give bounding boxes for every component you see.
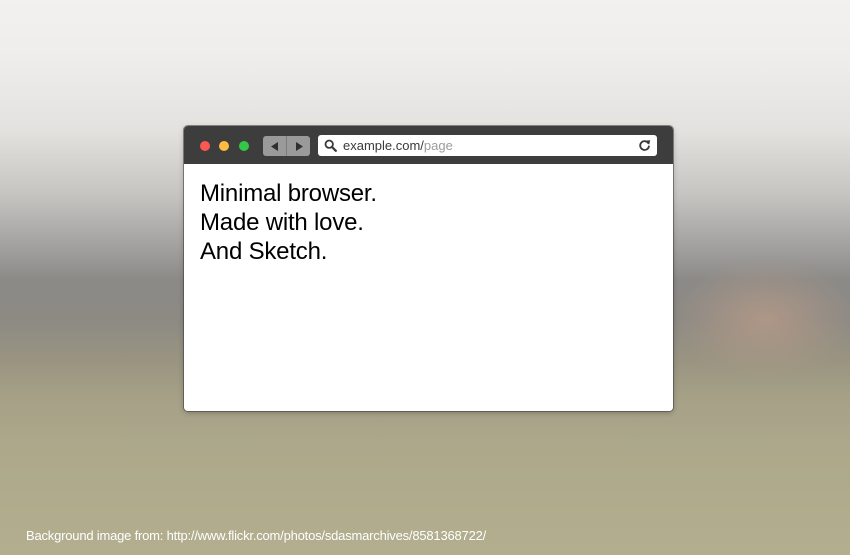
triangle-right-icon — [295, 141, 303, 151]
content-line: Minimal browser. — [200, 180, 377, 207]
back-button[interactable] — [263, 136, 286, 156]
url-path: page — [423, 138, 453, 153]
url-text[interactable]: example.com/page — [343, 135, 453, 156]
triangle-left-icon — [270, 141, 278, 151]
reload-icon[interactable] — [638, 139, 651, 152]
content-text-block: Minimal browser. Made with love. And Ske… — [200, 179, 377, 266]
close-window-button[interactable] — [200, 141, 210, 151]
content-line: Made with love. — [200, 209, 364, 236]
address-bar[interactable]: example.com/page — [318, 135, 657, 156]
browser-window: example.com/page Minimal browser. Made w… — [184, 126, 673, 411]
background-credit: Background image from: http://www.flickr… — [26, 528, 487, 543]
forward-button[interactable] — [287, 136, 310, 156]
browser-toolbar: example.com/page — [184, 126, 673, 164]
minimize-window-button[interactable] — [219, 141, 229, 151]
magnifier-icon — [324, 139, 337, 152]
nav-button-group — [263, 136, 310, 156]
url-domain: example.com/ — [343, 138, 424, 153]
zoom-window-button[interactable] — [239, 141, 249, 151]
content-line: And Sketch. — [200, 238, 328, 265]
page-content: Minimal browser. Made with love. And Ske… — [184, 164, 673, 411]
